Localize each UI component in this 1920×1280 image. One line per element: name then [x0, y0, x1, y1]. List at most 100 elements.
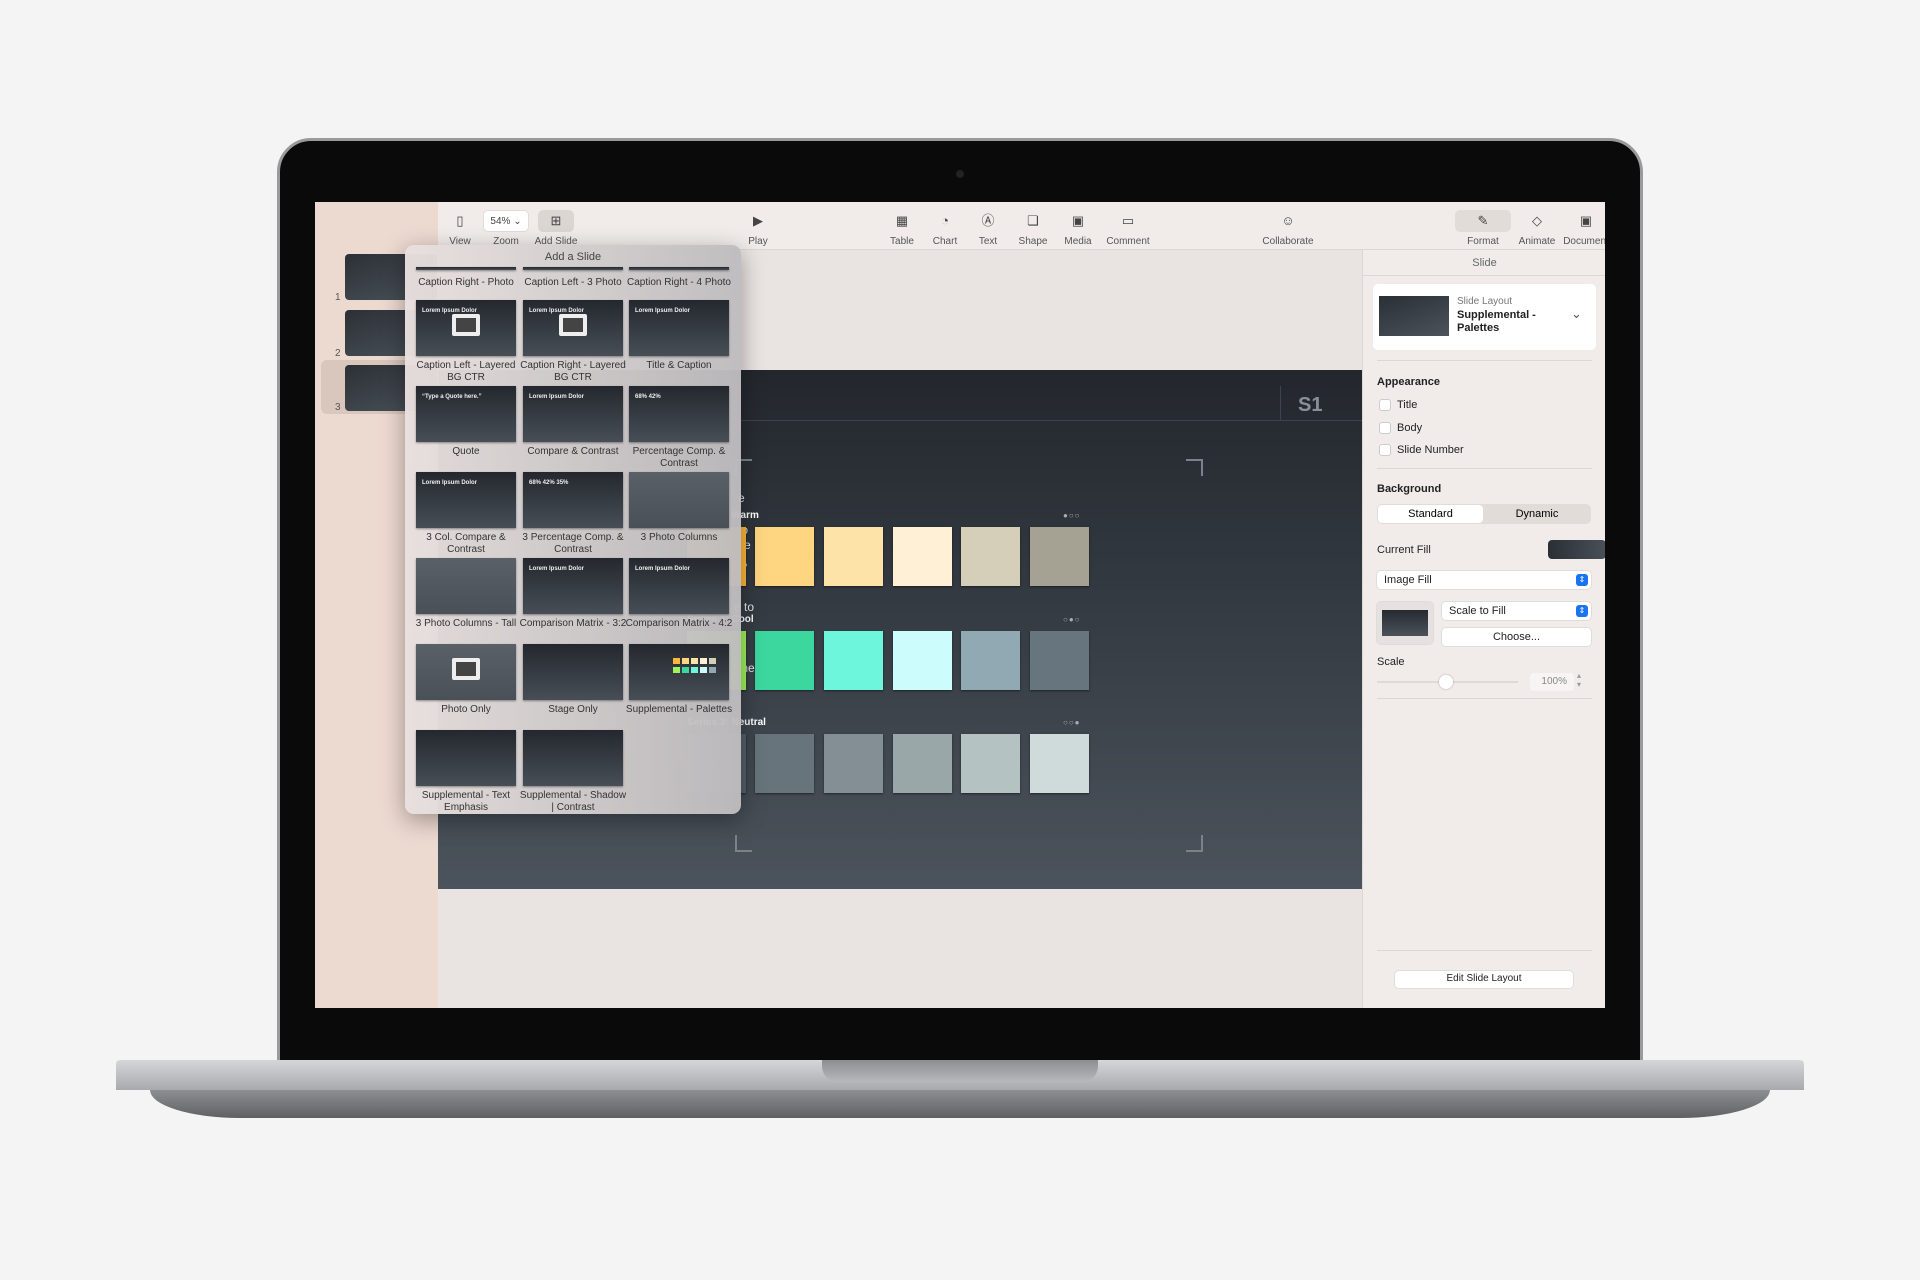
inspector-tab-slide[interactable]: Slide [1363, 257, 1605, 269]
layout-thumbnail [629, 472, 729, 528]
checkbox-label: Title [1397, 399, 1418, 411]
color-swatch[interactable] [755, 527, 814, 586]
chart-button[interactable]: ◔ Chart [927, 210, 963, 247]
popover-title: Add a Slide [544, 251, 602, 263]
title-checkbox[interactable] [1379, 399, 1391, 411]
text-button[interactable]: Ⓐ Text [970, 210, 1006, 247]
laptop-base-bottom [150, 1090, 1770, 1118]
label: Animate [1518, 236, 1556, 247]
layout-name: Supplemental - Palettes [1457, 309, 1536, 334]
palette-swatch [700, 667, 707, 673]
label: Play [748, 236, 768, 247]
palette-swatch [691, 667, 698, 673]
text-icon: Ⓐ [981, 213, 995, 228]
color-swatch[interactable] [1030, 527, 1089, 586]
format-inspector: Slide Slide Layout Supplemental - Palett… [1362, 250, 1605, 1008]
palette-swatch [673, 667, 680, 673]
appearance-heading: Appearance [1377, 376, 1440, 388]
layout-thumbnail: Lorem Ipsum Dolor [629, 558, 729, 614]
label: Chart [932, 236, 958, 247]
diamond-icon: ◇ [1532, 213, 1542, 228]
body-checkbox[interactable] [1379, 422, 1391, 434]
layout-label: Caption Right - Photo [418, 277, 514, 288]
fill-type-value: Image Fill [1384, 574, 1432, 586]
palette-swatch [700, 658, 707, 664]
label: Text [978, 236, 998, 247]
color-swatch[interactable] [824, 527, 883, 586]
color-swatch[interactable] [755, 631, 814, 690]
color-swatch[interactable] [824, 734, 883, 793]
slide-number-checkbox[interactable] [1379, 444, 1391, 456]
slide-number: 3 [335, 402, 341, 413]
color-swatch[interactable] [893, 527, 952, 586]
color-swatch[interactable] [961, 631, 1020, 690]
choose-button[interactable]: Choose... [1442, 628, 1591, 646]
layout-label: Supplemental - Text Emphasis [421, 790, 511, 813]
scale-mode-select[interactable]: Scale to Fill ⇕ [1442, 602, 1591, 620]
slide-number-label: S1 [1298, 394, 1323, 416]
image-well[interactable] [1377, 602, 1433, 644]
chevron-down-icon: ⌄ [1571, 306, 1582, 321]
media-button[interactable]: ▣ Media [1058, 210, 1098, 247]
sidebar-icon: ▯ [456, 213, 464, 228]
color-swatch[interactable] [824, 631, 883, 690]
layout-label: 3 Percentage Comp. & Contrast [522, 532, 624, 555]
thumbnail-text: “Type a Quote here.” [422, 394, 482, 400]
slide-layout-picker[interactable]: Slide Layout Supplemental - Palettes ⌄ [1373, 284, 1596, 350]
play-button[interactable]: ▶ Play [738, 210, 778, 247]
color-swatch[interactable] [1030, 631, 1089, 690]
layout-label: Percentage Comp. & Contrast [632, 446, 726, 469]
zoom-button[interactable]: 54% ⌄ Zoom [483, 210, 529, 247]
comment-button[interactable]: ▭ Comment [1102, 210, 1154, 247]
color-swatch[interactable] [1030, 734, 1089, 793]
media-icon: ▣ [1071, 213, 1085, 228]
layout-thumbnail [416, 267, 516, 270]
plus-square-icon: ⊞ [538, 210, 574, 232]
color-swatch[interactable] [755, 734, 814, 793]
segment-dynamic[interactable]: Dynamic [1484, 505, 1590, 523]
layout-thumbnail [629, 267, 729, 270]
current-fill-swatch[interactable] [1548, 540, 1605, 559]
label: Media [1064, 236, 1092, 247]
animate-button[interactable]: ◇ Animate [1513, 210, 1561, 247]
shape-button[interactable]: ❏ Shape [1013, 210, 1053, 247]
layout-label: Compare & Contrast [527, 446, 619, 457]
label: Collaborate [1262, 236, 1314, 247]
table-icon: ▦ [895, 213, 909, 228]
scale-stepper-icon[interactable]: ▴ ▾ [1577, 671, 1581, 689]
label: Format [1467, 236, 1499, 247]
thumbnail-text: Lorem Ipsum Dolor [529, 566, 585, 572]
color-swatch[interactable] [961, 734, 1020, 793]
frame-corner [1186, 835, 1203, 852]
layout-thumbnail: 68% 42% 35% [523, 472, 623, 528]
format-button[interactable]: ✎ Format [1455, 210, 1511, 247]
layout-thumbnail [1379, 296, 1449, 336]
collaborate-icon: ☺ [1281, 213, 1295, 228]
edit-slide-layout-button[interactable]: Edit Slide Layout [1395, 971, 1573, 988]
view-button[interactable]: ▯ View [442, 210, 478, 247]
label: Table [890, 236, 914, 247]
document-button[interactable]: ▣ Document [1561, 210, 1605, 247]
scale-label: Scale [1377, 656, 1405, 668]
segment-standard[interactable]: Standard [1378, 505, 1483, 523]
photo-icon [452, 314, 480, 336]
layout-thumbnail [523, 730, 623, 786]
palette-swatch [709, 658, 716, 664]
color-swatch[interactable] [893, 631, 952, 690]
scale-mode-value: Scale to Fill [1449, 605, 1506, 617]
background-heading: Background [1377, 483, 1442, 495]
layout-thumbnail [523, 644, 623, 700]
checkbox-label: Body [1397, 422, 1423, 434]
color-swatch[interactable] [961, 527, 1020, 586]
scale-slider-knob[interactable] [1439, 675, 1453, 689]
layout-label: Stage Only [548, 704, 598, 715]
collaborate-button[interactable]: ☺ Collaborate [1256, 210, 1320, 247]
thumbnail-text: Lorem Ipsum Dolor [635, 308, 691, 314]
fill-type-select[interactable]: Image Fill ⇕ [1377, 571, 1591, 589]
scale-field[interactable]: 100% [1530, 673, 1574, 691]
table-button[interactable]: ▦ Table [884, 210, 920, 247]
color-swatch[interactable] [893, 734, 952, 793]
checkbox-label: Slide Number [1397, 444, 1464, 456]
add-slide-button[interactable]: ⊞ Add Slide [534, 210, 578, 247]
layout-thumbnail [523, 267, 623, 270]
